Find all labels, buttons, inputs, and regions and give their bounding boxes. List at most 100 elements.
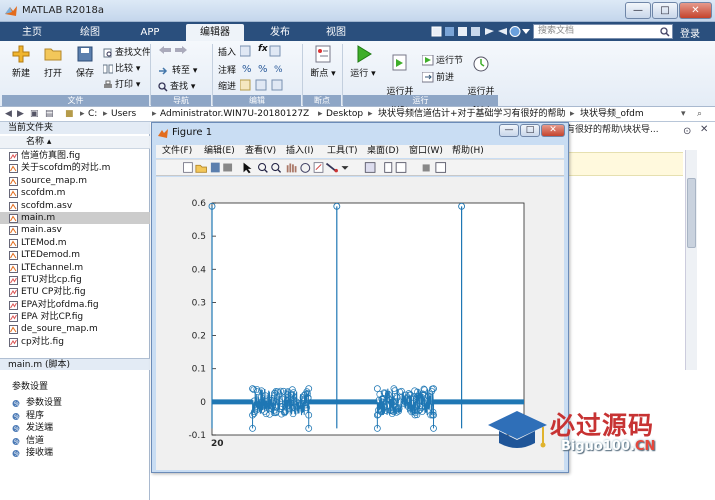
matlab-file-icon [9,226,18,236]
column-header-name[interactable]: 名称 ▴ [0,136,150,149]
path-part-project[interactable]: 块状导频信道估计+对于基础学习有很好的帮助 [378,107,566,121]
file-list-item[interactable]: main.m [0,211,150,225]
file-list-item[interactable]: ETU对比cp.fig [0,274,150,286]
figure-toolbar[interactable] [156,159,564,176]
matlab-file-icon [9,238,18,248]
folder-up-icon[interactable]: ▣ [30,107,39,121]
path-part-desktop[interactable]: Desktop [326,107,363,121]
open-button[interactable]: 打开 [38,44,68,79]
search-icon[interactable] [660,27,670,37]
maximize-button[interactable]: □ [652,2,678,19]
file-list-item[interactable]: scofdm.asv [0,200,150,212]
back-forward-buttons[interactable] [158,45,190,56]
matlab-file-icon [9,176,18,186]
search-dropdown-icon[interactable] [521,26,531,36]
file-list-item[interactable]: scofdm.m [0,187,150,199]
compare-button[interactable]: 比较 ▾ [103,61,140,74]
section-item[interactable]: % 信道 [12,435,62,448]
tab-view[interactable]: 视图 [314,24,358,41]
y-tick-label: 0.1 [192,365,206,375]
file-list-item[interactable]: EPA对比ofdma.fig [0,299,150,311]
address-dropdown-icon[interactable]: ▾ [681,107,686,121]
minimize-button[interactable]: — [625,2,651,19]
editor-vertical-scrollbar[interactable] [685,150,697,370]
run-button[interactable]: 运行 ▾ [348,44,378,79]
advance-button[interactable]: 前进 [422,70,454,83]
compare-label: 比较 [115,64,134,74]
section-label: 信道 [26,435,45,446]
insert-button[interactable]: 插入 [218,45,236,58]
print-button[interactable]: 打印 ▾ [103,77,140,90]
find-files-button[interactable]: 查找文件 [103,45,151,58]
figure-minimize-button[interactable]: — [499,124,519,137]
comment-button[interactable]: 注释 [218,63,236,76]
file-list-item[interactable]: cp对比.fig [0,336,150,348]
breakpoints-button[interactable]: 断点 ▾ [308,44,338,79]
file-list-item[interactable]: LTEchannel.m [0,262,150,274]
y-tick-label: 0.6 [192,199,207,209]
goto-button[interactable]: 转至 ▾ [158,63,197,76]
file-list-item[interactable]: source_map.m [0,175,150,187]
figure-file-icon [9,313,18,323]
edit-tool-icons[interactable]: %%% [240,44,300,94]
editor-collapse-icon[interactable]: ⊙ [683,126,691,137]
tab-plots[interactable]: 绘图 [68,24,112,41]
tab-publish[interactable]: 发布 [258,24,302,41]
browse-folder-icon[interactable]: ▤ [45,107,54,121]
file-list-item[interactable]: LTEDemod.m [0,249,150,261]
section-item[interactable]: % 接收端 [12,447,62,460]
file-list-item[interactable]: ETU CP对比.fig [0,286,150,298]
close-button[interactable]: ✕ [679,2,712,19]
section-icon: % [12,437,20,446]
menu-tools[interactable]: 工具(T) [327,145,358,158]
path-part-users[interactable]: Users [111,107,136,121]
menu-insert[interactable]: 插入(I) [286,145,314,158]
menu-help[interactable]: 帮助(H) [452,145,484,158]
file-list-item[interactable]: EPA 对比CP.fig [0,311,150,323]
menu-window[interactable]: 窗口(W) [409,145,443,158]
path-part-user[interactable]: Administrator.WIN7U-20180127Z [160,107,309,121]
folder-icon: ■ [65,109,74,119]
run-section-button[interactable]: 运行节 [422,53,463,66]
path-part-folder[interactable]: 块状导频_ofdm [580,107,644,121]
indent-button[interactable]: 缩进 [218,79,236,92]
menu-view[interactable]: 查看(V) [245,145,276,158]
section-item[interactable]: % 发送端 [12,422,62,435]
find-button[interactable]: 查找 ▾ [158,79,195,92]
menu-edit[interactable]: 编辑(E) [204,145,235,158]
file-name: ETU对比cp.fig [21,274,82,285]
figure-maximize-button[interactable]: □ [520,124,540,137]
file-list-item[interactable]: 关于scofdm的对比.m [0,162,150,174]
tab-home[interactable]: 主页 [10,24,54,41]
search-folder-icon[interactable]: ⌕ [697,107,702,121]
scrollbar-thumb[interactable] [687,178,696,248]
path-part-drive[interactable]: C: [88,107,97,121]
matlab-file-icon [9,263,18,273]
editor-close-icon[interactable]: ✕ [700,124,708,135]
new-button[interactable]: 新建 [6,44,36,79]
save-button[interactable]: 保存 [70,44,100,79]
indent-label: 缩进 [218,82,237,92]
section-item[interactable]: % 参数设置 [12,397,62,410]
login-link[interactable]: 登录 [680,25,700,40]
figure-close-button[interactable]: ✕ [541,124,565,137]
quick-access-toolbar[interactable] [430,24,525,39]
current-folder-address-bar[interactable]: ◀ ▶ ▣ ▤ ■ ▸ C: ▸ Users ▸ Administrator.W… [0,107,715,122]
group-breakpoints-label: 断点 [303,95,341,106]
file-name: LTEchannel.m [21,262,84,273]
comment-label: 注释 [218,66,237,76]
back-nav-icon[interactable]: ◀ [5,107,12,121]
file-list-item[interactable]: de_soure_map.m [0,323,150,335]
editor-tab[interactable]: 有很好的帮助\块状导... [566,124,686,136]
tab-apps[interactable]: APP [128,24,172,41]
search-documentation-input[interactable]: 搜索文档 [533,24,673,39]
open-label: 打开 [43,69,62,79]
menu-file[interactable]: 文件(F) [162,145,192,158]
forward-nav-icon[interactable]: ▶ [17,107,24,121]
file-list-item[interactable]: 信道仿真图.fig [0,150,150,162]
file-list-item[interactable]: main.asv [0,224,150,236]
file-list-item[interactable]: LTEMod.m [0,237,150,249]
tab-editor[interactable]: 编辑器 [186,24,244,41]
menu-desktop[interactable]: 桌面(D) [367,145,399,158]
section-item[interactable]: % 程序 [12,410,62,423]
